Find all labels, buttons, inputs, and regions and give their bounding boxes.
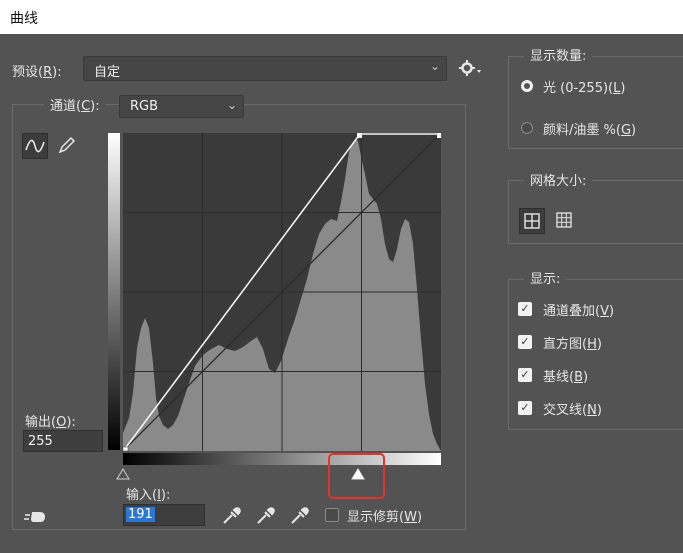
curve-point — [122, 446, 129, 452]
show-legend: 显示: — [524, 269, 567, 291]
input-label: 输入(I): — [126, 488, 171, 503]
baseline-label: 基线(B) — [543, 370, 589, 385]
output-field[interactable]: 255 — [23, 430, 103, 452]
preset-value: 自定 — [94, 65, 121, 80]
title-bar: 曲线 — [0, 0, 683, 34]
baseline-checkbox[interactable]: ✓ — [518, 368, 532, 382]
chevron-down-icon: ⌄ — [429, 59, 440, 73]
chevron-down-icon: ⌄ — [226, 98, 237, 112]
output-label: 输出(O): — [25, 415, 76, 430]
gray-eyedropper-icon[interactable] — [254, 506, 276, 526]
preset-dropdown[interactable]: 自定 ⌄ — [83, 56, 447, 81]
output-value: 255 — [28, 434, 53, 449]
intersection-line-checkbox[interactable]: ✓ — [518, 401, 532, 415]
white-eyedropper-icon[interactable] — [288, 506, 310, 526]
input-gradient-bar — [123, 453, 441, 465]
intersection-line-label: 交叉线(N) — [543, 403, 602, 418]
radio-pigment[interactable] — [521, 122, 533, 134]
preset-label: 预设(R): — [12, 65, 62, 80]
channel-overlay-checkbox[interactable]: ✓ — [518, 302, 532, 316]
pencil-tool-button[interactable] — [54, 133, 80, 159]
grid-10-icon — [556, 212, 572, 228]
input-value: 191 — [126, 507, 155, 522]
black-eyedropper-icon[interactable] — [220, 506, 242, 526]
window-title: 曲线 — [10, 11, 38, 27]
show-clipping-checkbox[interactable] — [325, 508, 339, 522]
auto-adjust-icon[interactable] — [22, 506, 50, 526]
histogram-label: 直方图(H) — [543, 337, 602, 352]
simple-grid-button[interactable] — [519, 208, 545, 234]
grid-size-legend: 网格大小: — [524, 171, 593, 193]
radio-light[interactable] — [521, 80, 533, 92]
highlight-box — [328, 453, 385, 499]
grid-4-icon — [524, 213, 540, 229]
show-clipping-label: 显示修剪(W) — [347, 510, 423, 525]
output-gradient-bar — [108, 133, 120, 450]
curve-point — [437, 133, 441, 138]
channel-value: RGB — [130, 99, 159, 114]
radio-light-label: 光 (0-255)(L) — [543, 81, 626, 96]
channel-label: 通道(C): — [44, 96, 106, 118]
channel-overlay-label: 通道叠加(V) — [543, 304, 615, 319]
detailed-grid-button[interactable] — [552, 208, 578, 234]
curve-point — [357, 133, 362, 138]
black-point-slider[interactable] — [116, 468, 130, 480]
curve-icon — [25, 139, 45, 153]
curve-point-tool-button[interactable] — [22, 133, 48, 159]
gear-icon[interactable] — [458, 58, 482, 78]
histogram-checkbox[interactable]: ✓ — [518, 335, 532, 349]
display-amount-legend: 显示数量: — [524, 46, 593, 68]
pencil-icon — [58, 136, 76, 154]
channel-dropdown[interactable]: RGB ⌄ — [119, 95, 244, 118]
radio-pigment-label: 颜料/油墨 %(G) — [543, 123, 637, 138]
input-field[interactable]: 191 — [123, 504, 205, 526]
curve-graph[interactable] — [122, 132, 442, 452]
